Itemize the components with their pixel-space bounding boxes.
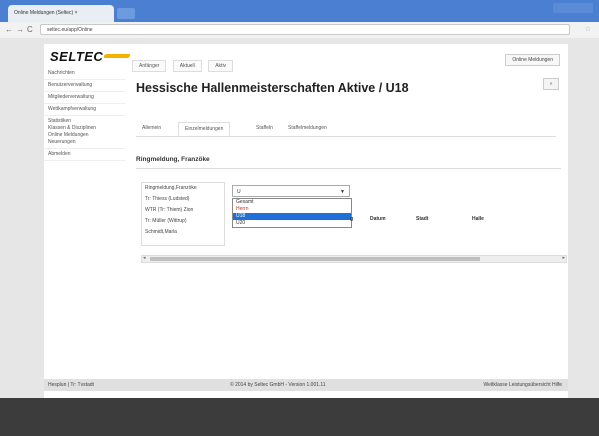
tab-title: Online Meldungen (Seltec) × xyxy=(14,10,78,16)
list-item[interactable]: Schmidt,Marla xyxy=(142,227,224,238)
tab-allgemein[interactable]: Allemein xyxy=(136,122,167,134)
dropdown-option[interactable]: Herrn xyxy=(233,206,351,213)
column-header-halle: Halle xyxy=(472,216,484,222)
tab-staffeln[interactable]: Staffeln xyxy=(250,122,279,134)
app-card: SELTEC Nachrichten Benutzerverwaltung Mi… xyxy=(44,44,568,398)
column-header-stadt: Stadt xyxy=(416,216,429,222)
select-value: U xyxy=(237,189,241,195)
sidebar-item-benutzerverwaltung[interactable]: Benutzerverwaltung xyxy=(44,80,126,92)
divider xyxy=(136,168,561,169)
scroll-right-icon[interactable]: ▸ xyxy=(562,255,565,261)
online-meldungen-button[interactable]: Online Meldungen xyxy=(505,54,560,66)
list-item[interactable]: Tr: Müller (Wittrup) xyxy=(142,216,224,227)
browser-titlebar: Online Meldungen (Seltec) × xyxy=(0,0,599,22)
address-bar[interactable]: seltec.eu/app/Online xyxy=(40,24,570,35)
horizontal-scrollbar[interactable]: ◂ ▸ xyxy=(141,255,567,263)
class-dropdown[interactable]: Gesamt Herrn U18 U20 xyxy=(232,198,352,228)
footer-user: Hesplun | Tr: Tvstadt xyxy=(48,382,94,388)
class-select[interactable]: U ▼ xyxy=(232,185,350,197)
chevron-down-icon: ▼ xyxy=(340,189,345,195)
sidebar-item-nachrichten[interactable]: Nachrichten xyxy=(44,68,126,80)
new-tab-button[interactable] xyxy=(117,8,135,19)
top-tabs: Anfänger Aktuell Aktiv xyxy=(132,54,235,72)
forward-arrow-icon[interactable]: → xyxy=(16,25,24,35)
list-item[interactable]: WTR (Tr: Thiem) Zion xyxy=(142,205,224,216)
top-tab-anfaenger[interactable]: Anfänger xyxy=(132,60,167,72)
expand-button[interactable]: » xyxy=(543,78,559,90)
sidebar-item-statistiken[interactable]: Statistiken Klassen & Disziplinen Online… xyxy=(44,116,126,149)
athlete-list[interactable]: Ringmeldung,Franzöke Tr: Thiess (Ludsted… xyxy=(141,182,225,246)
tab-staffelmeldungen[interactable]: Staffelmeldungen xyxy=(282,122,333,134)
sidebar-item-mitgliederverwaltung[interactable]: Mitgliederverwaltung xyxy=(44,92,126,104)
column-header: g xyxy=(350,216,354,222)
logo-swoosh xyxy=(103,54,131,58)
scroll-thumb[interactable] xyxy=(150,257,480,261)
top-tab-aktuell[interactable]: Aktuell xyxy=(172,60,202,72)
bottom-dark-area xyxy=(0,398,599,436)
url-text: seltec.eu/app/Online xyxy=(47,27,93,33)
column-header-datum: Datum xyxy=(370,216,386,222)
window-controls[interactable] xyxy=(553,3,593,13)
list-item[interactable]: Tr: Thiess (Ludsted) xyxy=(142,194,224,205)
list-item[interactable]: Ringmeldung,Franzöke xyxy=(142,183,224,194)
back-arrow-icon[interactable]: ← xyxy=(5,25,13,35)
top-tab-aktiv[interactable]: Aktiv xyxy=(208,60,234,72)
page-title: Hessische Hallenmeisterschaften Aktive /… xyxy=(136,81,409,95)
dropdown-option[interactable]: Gesamt xyxy=(233,199,351,206)
browser-toolbar: ← → C seltec.eu/app/Online ☆ xyxy=(0,22,599,39)
sidebar-item-abmelden[interactable]: Abmelden xyxy=(44,149,126,161)
page-background: SELTEC Nachrichten Benutzerverwaltung Mi… xyxy=(0,38,599,398)
seltec-logo: SELTEC xyxy=(50,49,104,64)
section-title: Ringmeldung, Franzöke xyxy=(136,156,210,163)
star-icon[interactable]: ☆ xyxy=(585,25,591,33)
sidebar: Nachrichten Benutzerverwaltung Mitgliede… xyxy=(44,68,126,161)
scroll-left-icon[interactable]: ◂ xyxy=(143,255,146,261)
screen: Online Meldungen (Seltec) × ← → C seltec… xyxy=(0,0,599,436)
sub-tabs: Allemein Einzelmeldungen Staffeln Staffe… xyxy=(136,122,556,137)
browser-tab[interactable]: Online Meldungen (Seltec) × xyxy=(8,5,114,22)
sidebar-item-wettkampfverwaltung[interactable]: Wettkampfverwaltung xyxy=(44,104,126,116)
reload-icon[interactable]: C xyxy=(27,25,33,35)
dropdown-option[interactable]: U20 xyxy=(233,220,351,227)
dropdown-option-selected[interactable]: U18 xyxy=(233,213,351,220)
footer-copyright: © 2014 by Seltec GmbH - Version 1.001.11 xyxy=(230,382,326,388)
footer-links[interactable]: Weltklasse Leistungsübersicht Hilfe xyxy=(483,379,562,391)
footer-bar: Hesplun | Tr: Tvstadt © 2014 by Seltec G… xyxy=(44,379,568,391)
tab-einzelmeldungen[interactable]: Einzelmeldungen xyxy=(178,122,231,136)
